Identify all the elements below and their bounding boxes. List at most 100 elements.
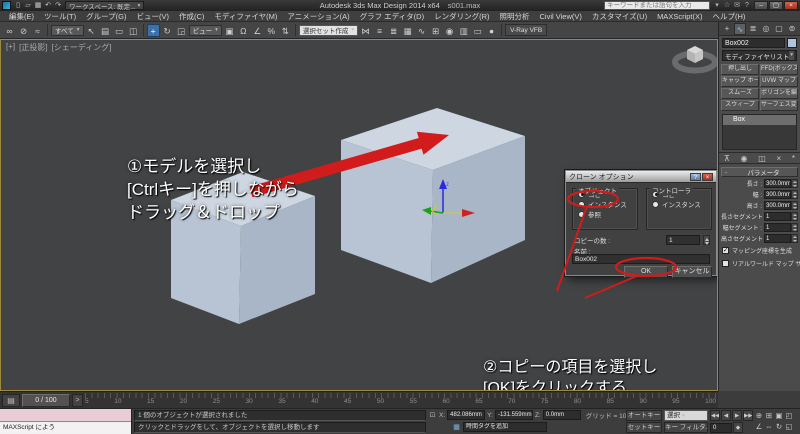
selection-filter-combo[interactable]: 選択 ▾	[664, 410, 708, 421]
snap-toggle-3d-icon[interactable]: Ω	[237, 24, 250, 37]
graphite-ribbon-icon[interactable]: ▦	[401, 24, 414, 37]
hierarchy-tab[interactable]: ≣	[747, 23, 759, 35]
menu-item[interactable]: 編集(E)	[4, 11, 39, 22]
zoom-icon[interactable]: ⊕	[754, 410, 764, 421]
key-filters-button[interactable]: キー フィルタ...	[664, 422, 708, 433]
modifier-button[interactable]: 押し出し	[721, 64, 759, 75]
coordinate-field[interactable]: 482.086mm	[447, 410, 486, 420]
menu-item[interactable]: カスタマイズ(U)	[587, 11, 652, 22]
save-file-icon[interactable]: ▦	[33, 1, 43, 10]
key-mode-toggle-button[interactable]: ◆	[733, 422, 743, 433]
menu-item[interactable]: Civil View(V)	[535, 12, 587, 21]
help-icon[interactable]: ?	[742, 1, 752, 10]
menu-item[interactable]: 作成(C)	[174, 11, 209, 22]
parameter-spinner[interactable]	[791, 201, 798, 210]
checkbox-unchecked-icon[interactable]	[722, 260, 729, 267]
viewport-menu-plus[interactable]: [+]	[6, 42, 15, 53]
parameter-field[interactable]: 300.0mm	[764, 179, 791, 188]
next-frame-button[interactable]: >	[72, 393, 83, 407]
redo-icon[interactable]: ↷	[53, 1, 63, 10]
parameter-field[interactable]: 300.0mm	[764, 190, 791, 199]
generate-mapping-coords-row[interactable]: マッピング座標を生成	[719, 244, 800, 257]
modify-tab[interactable]: ∿	[734, 22, 746, 35]
curve-editor-icon[interactable]: ∿	[415, 24, 428, 37]
select-object-icon[interactable]: ↖	[85, 24, 98, 37]
open-file-icon[interactable]: ▱	[23, 1, 33, 10]
material-editor-icon[interactable]: ◉	[443, 24, 456, 37]
vray-vfb-button[interactable]: V-Ray VFB	[505, 24, 548, 36]
close-button[interactable]: ×	[784, 1, 798, 10]
zoom-region-icon[interactable]: ◰	[784, 410, 794, 421]
object-radio-option[interactable]: インスタンス	[573, 199, 637, 209]
display-tab[interactable]: ▢	[773, 23, 785, 35]
cancel-button[interactable]: キャンセル	[672, 266, 712, 278]
menu-item[interactable]: アニメーション(A)	[282, 11, 354, 22]
infocenter-search[interactable]	[604, 1, 710, 10]
menu-item[interactable]: グラフ エディタ(D)	[355, 11, 429, 22]
macro-recorder-field[interactable]	[0, 409, 131, 422]
viewport[interactable]: [+] [正投影] [シェーディング] z クローン オプション ? × オブジ…	[0, 39, 718, 391]
real-world-map-size-row[interactable]: リアルワールド マップ サイズ	[719, 257, 800, 270]
right-cube[interactable]	[341, 108, 525, 283]
orbit-icon[interactable]: ↻	[774, 421, 784, 432]
modifier-button[interactable]: サーフェス変形	[760, 100, 798, 111]
workspace-dropdown[interactable]: ワークスペース: 既定... ▾	[65, 1, 145, 11]
menu-item[interactable]: グループ(G)	[81, 11, 131, 22]
parameter-field[interactable]: 1	[764, 223, 791, 232]
select-and-rotate-icon[interactable]: ↻	[161, 24, 174, 37]
previous-frame-button[interactable]: ◀	[721, 410, 731, 421]
schematic-view-icon[interactable]: ⊞	[429, 24, 442, 37]
minimize-button[interactable]: –	[754, 1, 768, 10]
play-button[interactable]: ▶	[732, 410, 742, 421]
render-production-icon[interactable]: ●	[485, 24, 498, 37]
menu-item[interactable]: レンダリング(R)	[429, 11, 494, 22]
coordinate-field[interactable]: -131.559mm	[494, 410, 533, 420]
go-to-end-button[interactable]: ▶▶	[743, 410, 753, 421]
align-icon[interactable]: ≡	[373, 24, 386, 37]
use-pivot-point-icon[interactable]: ▣	[223, 24, 236, 37]
parameter-spinner[interactable]	[791, 190, 798, 199]
pan-icon[interactable]: ⇔	[764, 421, 774, 432]
checkbox-checked-icon[interactable]	[722, 247, 729, 254]
search-options-icon[interactable]: ▾	[712, 1, 722, 10]
parameter-spinner[interactable]	[791, 179, 798, 188]
copies-spinner[interactable]	[703, 235, 710, 245]
modifier-button[interactable]: UVW マップ	[760, 76, 798, 87]
parameters-rollout-header[interactable]: - パラメータ	[721, 167, 798, 177]
utilities-tab[interactable]: ⊚	[786, 23, 798, 35]
layer-manager-icon[interactable]: ≣	[387, 24, 400, 37]
maximize-button[interactable]: ▢	[769, 1, 783, 10]
configure-modifier-sets-icon[interactable]: *	[792, 154, 795, 163]
time-slider[interactable]: 0 / 100	[22, 393, 70, 407]
menu-item[interactable]: ヘルプ(H)	[707, 11, 750, 22]
mirror-icon[interactable]: ⋈	[359, 24, 372, 37]
modifier-button[interactable]: スウィープ	[721, 100, 759, 111]
menu-item[interactable]: モディファイヤ(M)	[209, 11, 282, 22]
percent-snap-icon[interactable]: %	[265, 24, 278, 37]
add-time-tag-field[interactable]: 時間タグを追加	[463, 422, 547, 432]
name-field[interactable]: Box002	[572, 254, 710, 264]
controller-radio-option[interactable]: インスタンス	[647, 199, 711, 209]
timeline-ruler[interactable]: 5 10 15 20 25 30 35 40 45 50 55 60 65 70 75 80 85 90 95 100	[85, 392, 716, 408]
select-by-name-icon[interactable]: ▤	[99, 24, 112, 37]
make-unique-icon[interactable]: ◫	[758, 154, 766, 163]
modifier-button[interactable]: FFD(ボックス)	[760, 64, 798, 75]
keyboard-shortcut-toggle-icon[interactable]: ▦	[452, 423, 461, 432]
modifier-list-dropdown[interactable]: モディファイヤリスト ▾	[722, 50, 797, 61]
zoom-extents-icon[interactable]: ▣	[774, 410, 784, 421]
parameter-spinner[interactable]	[791, 223, 798, 232]
object-color-swatch[interactable]	[787, 38, 797, 48]
parameter-spinner[interactable]	[791, 212, 798, 221]
select-and-link-icon[interactable]: ∞	[3, 24, 16, 37]
parameter-field[interactable]: 300.0mm	[764, 201, 791, 210]
menu-item[interactable]: MAXScript(X)	[652, 12, 707, 21]
ok-button[interactable]: OK	[624, 266, 668, 278]
zoom-all-icon[interactable]: ⊞	[764, 410, 774, 421]
maxscript-listener-field[interactable]: MAXScript によう	[0, 422, 131, 434]
dialog-titlebar[interactable]: クローン オプション ? ×	[566, 171, 716, 183]
pin-stack-icon[interactable]: ⊼	[724, 154, 730, 163]
viewcube-home-icon[interactable]	[672, 46, 717, 74]
reference-coordinate-dropdown[interactable]: ビュー ▾	[188, 24, 222, 36]
viewport-shading-menu[interactable]: [シェーディング]	[52, 42, 112, 53]
menu-item[interactable]: ツール(T)	[39, 11, 81, 22]
